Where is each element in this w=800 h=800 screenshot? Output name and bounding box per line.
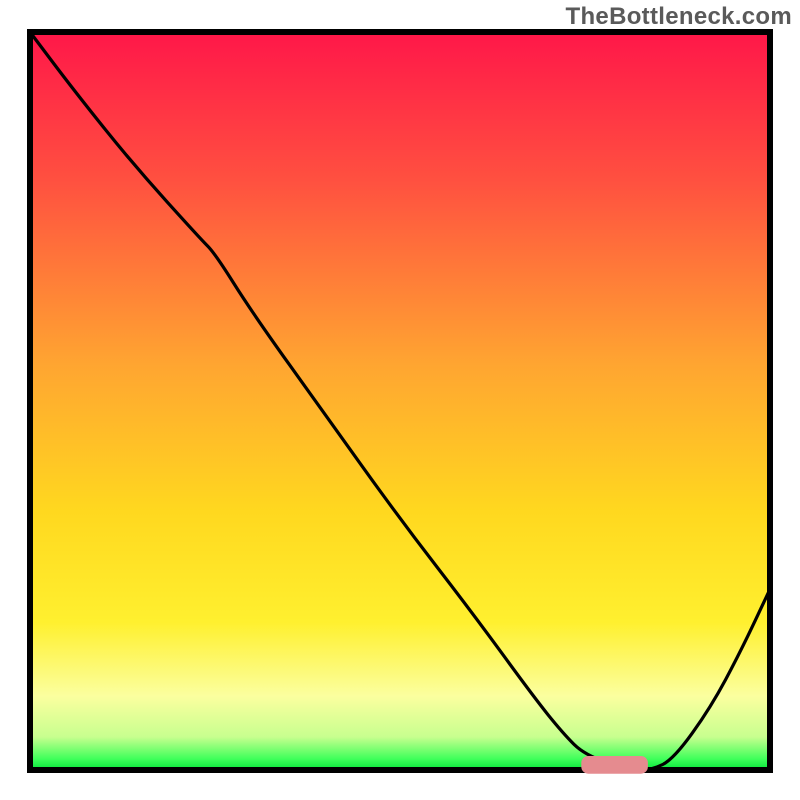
optimal-marker	[581, 756, 648, 774]
gradient-background	[30, 32, 770, 770]
bottleneck-chart	[0, 0, 800, 800]
plot-area	[30, 32, 770, 774]
